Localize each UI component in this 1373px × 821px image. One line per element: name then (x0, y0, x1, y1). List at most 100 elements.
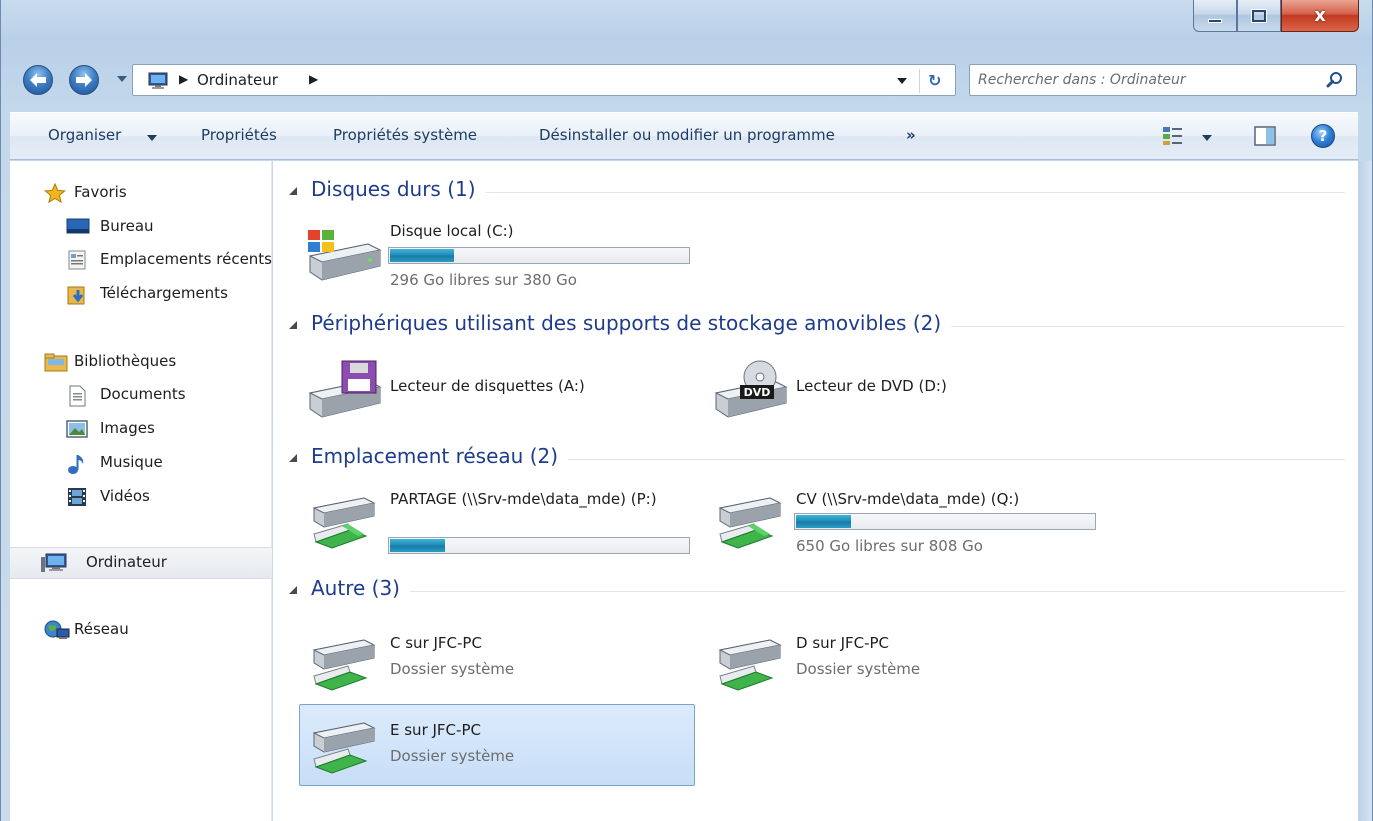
search-box[interactable] (969, 64, 1357, 96)
search-input[interactable] (978, 70, 1308, 90)
back-arrow-icon (30, 73, 46, 87)
more-commands-button[interactable]: » (906, 126, 916, 144)
share-type: Dossier système (390, 660, 515, 678)
command-bar: Organiser Propriétés Propriétés système … (10, 112, 1358, 160)
nav-images[interactable]: Images (10, 414, 272, 444)
explorer-window: x ▶ Ordinateur ▶ ↻ Rechercher dans: Ord… (0, 0, 1373, 821)
breadcrumb-chevron-icon[interactable]: ▶ (179, 72, 188, 86)
nav-network[interactable]: Réseau (10, 615, 272, 645)
refresh-icon[interactable]: ↻ (928, 71, 941, 90)
drive-usage-fill (390, 539, 445, 552)
images-icon (66, 420, 88, 438)
breadcrumb-computer[interactable]: Ordinateur (197, 71, 278, 89)
documents-icon (69, 385, 86, 407)
network-drive-icon (312, 497, 376, 549)
nav-computer[interactable]: Ordinateur (10, 547, 272, 579)
nav-favorites[interactable]: Favoris (10, 178, 272, 208)
drive-tile-dvd[interactable]: DVD Lecteur de DVD (D:) (705, 348, 1101, 430)
drive-tile-floppy[interactable]: Lecteur de disquettes (A:) (299, 348, 695, 430)
share-tile-d[interactable]: D sur JFC-PC Dossier système (705, 621, 1101, 703)
nav-documents[interactable]: Documents (10, 380, 272, 410)
drive-name: Lecteur de disquettes (A:) (390, 377, 585, 395)
nav-recent-places-label: Emplacements récents (100, 250, 272, 268)
drive-usage-bar (794, 513, 1096, 530)
view-dropdown-arrow[interactable] (1202, 135, 1212, 141)
nav-videos-label: Vidéos (100, 487, 150, 505)
group-title: Autre (3) (311, 576, 410, 600)
recent-pages-dropdown[interactable] (117, 76, 127, 82)
drive-tile-c[interactable]: Disque local (C:) 296 Go libres sur 380 … (299, 211, 695, 293)
nav-network-label: Réseau (74, 620, 129, 638)
share-tile-e[interactable]: E sur JFC-PC Dossier système (299, 704, 695, 786)
nav-images-label: Images (100, 419, 155, 437)
collapse-triangle-icon[interactable] (289, 454, 297, 462)
collapse-triangle-icon[interactable] (289, 586, 297, 594)
drive-name: PARTAGE (\\Srv-mde\data_mde) (P:) (390, 490, 657, 508)
drive-usage-fill (390, 249, 454, 262)
navigation-pane: Favoris Bureau Emplacements récents Télé… (10, 161, 272, 821)
organise-dropdown-arrow[interactable] (147, 135, 157, 141)
breadcrumb-chevron-icon[interactable]: ▶ (309, 72, 318, 86)
system-properties-button[interactable]: Propriétés système (333, 126, 477, 144)
content-pane: Disques durs (1) Disque local (C:) 296 G… (273, 161, 1358, 821)
nav-desktop[interactable]: Bureau (10, 212, 272, 242)
nav-videos[interactable]: Vidéos (10, 482, 272, 512)
nav-music-label: Musique (100, 453, 163, 471)
back-button[interactable] (23, 65, 53, 95)
address-history-dropdown[interactable] (897, 78, 907, 84)
search-icon[interactable] (1326, 71, 1344, 89)
help-icon[interactable]: ? (1311, 124, 1335, 148)
forward-arrow-icon (76, 73, 92, 87)
group-title: Disques durs (1) (311, 177, 486, 201)
drive-usage-fill (796, 515, 851, 528)
uninstall-program-button[interactable]: Désinstaller ou modifier un programme (539, 126, 835, 144)
libraries-icon (44, 353, 68, 372)
drive-name: Lecteur de DVD (D:) (796, 377, 947, 395)
organise-button[interactable]: Organiser (48, 126, 121, 144)
group-header-removable[interactable]: Périphériques utilisant des supports de … (289, 311, 1345, 341)
forward-button[interactable] (69, 65, 99, 95)
dvd-drive-icon: DVD (714, 360, 788, 418)
drive-usage-bar (388, 247, 690, 264)
collapse-triangle-icon[interactable] (289, 187, 297, 195)
drive-tile-cv[interactable]: CV (\\Srv-mde\data_mde) (Q:) 650 Go libr… (705, 479, 1101, 561)
group-header-other[interactable]: Autre (3) (289, 576, 1345, 606)
network-icon (44, 620, 70, 639)
minimize-button[interactable] (1193, 0, 1237, 32)
drive-name: CV (\\Srv-mde\data_mde) (Q:) (796, 490, 1020, 508)
close-button[interactable]: x (1281, 0, 1359, 32)
collapse-triangle-icon[interactable] (289, 321, 297, 329)
group-title: Périphériques utilisant des supports de … (311, 311, 952, 335)
network-share-icon (312, 722, 376, 774)
share-type: Dossier système (796, 660, 921, 678)
network-share-icon (718, 639, 782, 691)
share-name: C sur JFC-PC (390, 634, 482, 652)
drive-tile-partage[interactable]: PARTAGE (\\Srv-mde\data_mde) (P:) (299, 479, 695, 561)
share-type: Dossier système (390, 747, 515, 765)
maximize-button[interactable] (1237, 0, 1281, 32)
address-bar[interactable]: ▶ Ordinateur ▶ ↻ (132, 64, 956, 96)
address-divider (919, 69, 920, 93)
title-bar: x (1, 0, 1372, 54)
properties-button[interactable]: Propriétés (201, 126, 277, 144)
group-header-hard-drives[interactable]: Disques durs (1) (289, 177, 1345, 207)
group-divider (311, 591, 1345, 592)
nav-libraries[interactable]: Bibliothèques (10, 347, 272, 377)
minimize-icon (1208, 18, 1222, 23)
nav-downloads[interactable]: Téléchargements (10, 279, 272, 309)
share-tile-c[interactable]: C sur JFC-PC Dossier système (299, 621, 695, 703)
drive-free-space: 650 Go libres sur 808 Go (796, 537, 983, 555)
group-title: Emplacement réseau (2) (311, 444, 569, 468)
nav-libraries-label: Bibliothèques (74, 352, 177, 370)
change-view-icon[interactable] (1162, 126, 1184, 146)
computer-icon (41, 553, 67, 572)
network-drive-icon (718, 497, 782, 549)
network-share-icon (312, 639, 376, 691)
preview-pane-icon[interactable] (1254, 126, 1276, 146)
nav-recent-places[interactable]: Emplacements récents (10, 245, 272, 275)
nav-downloads-label: Téléchargements (100, 284, 228, 302)
share-name: D sur JFC-PC (796, 634, 890, 652)
nav-music[interactable]: Musique (10, 448, 272, 478)
group-header-network[interactable]: Emplacement réseau (2) (289, 444, 1345, 474)
desktop-icon (66, 218, 90, 234)
